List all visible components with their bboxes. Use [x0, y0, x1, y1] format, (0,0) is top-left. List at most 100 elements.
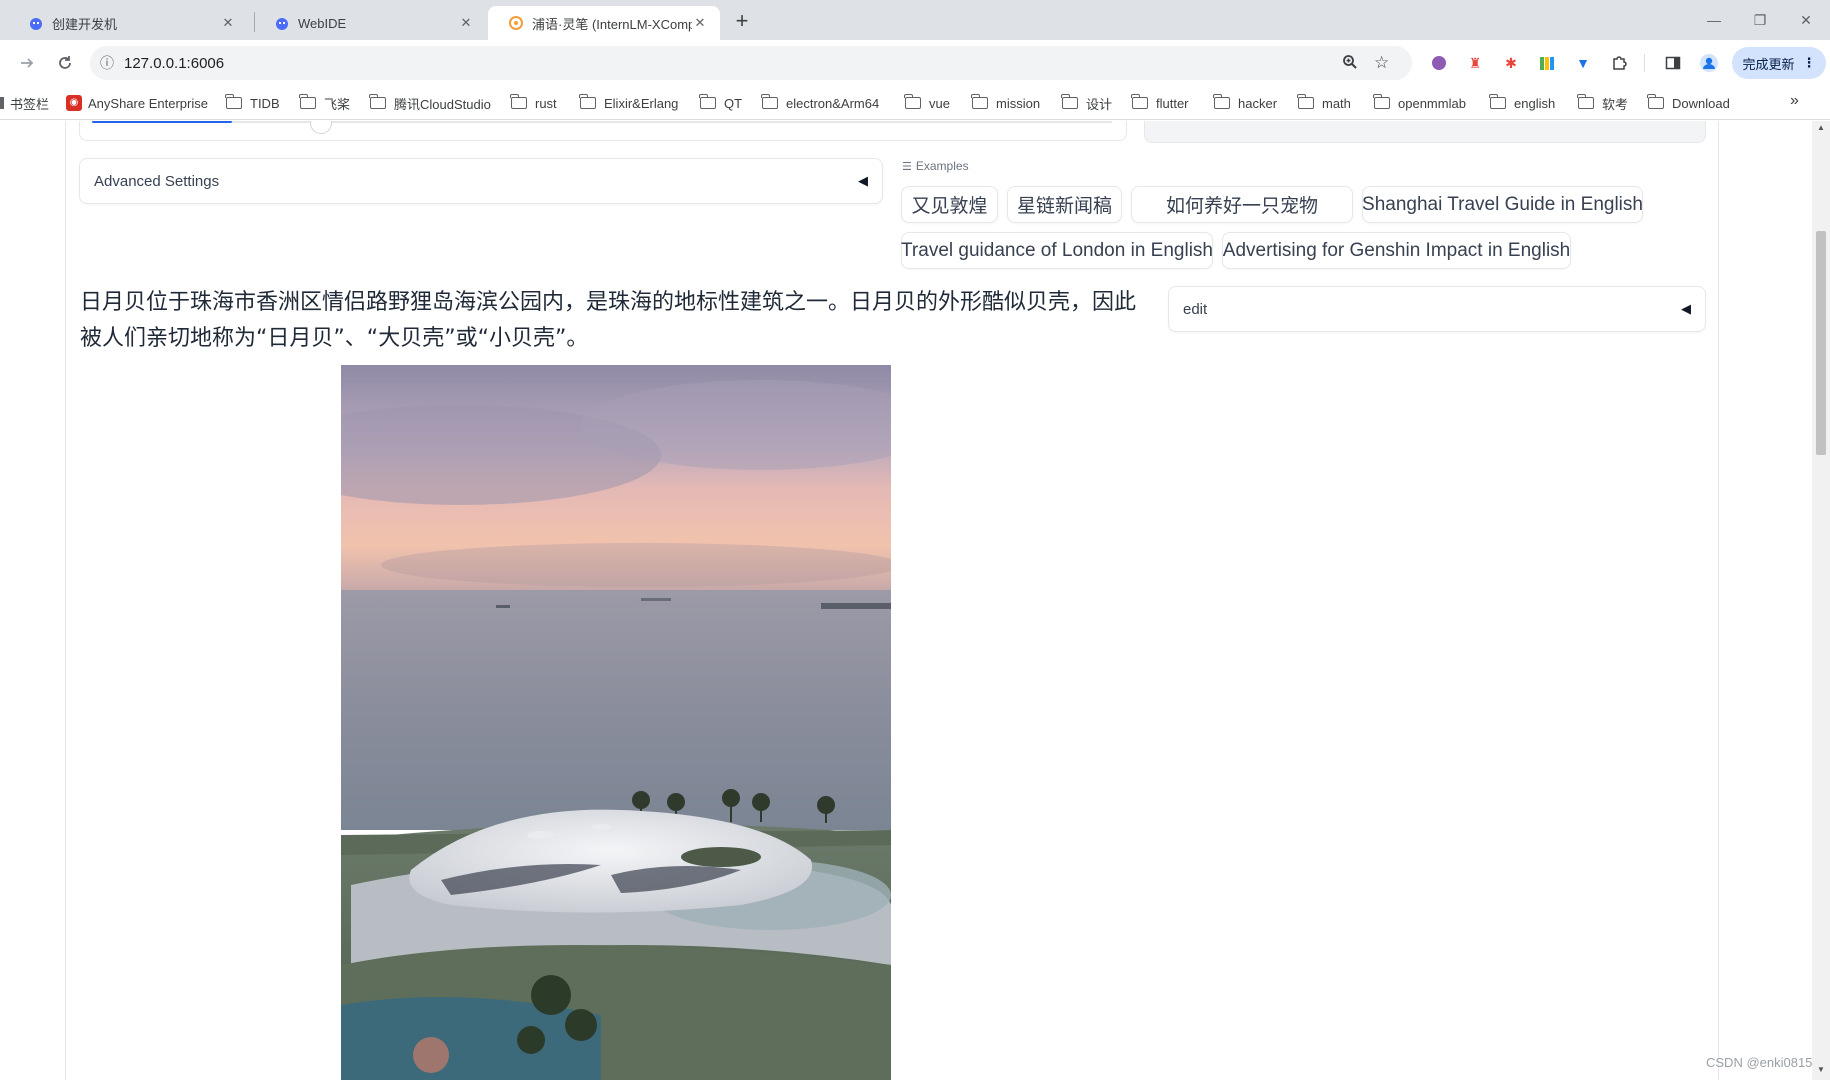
folder-icon	[761, 94, 778, 109]
advanced-settings-label: Advanced Settings	[94, 172, 220, 190]
bookmark-star-icon[interactable]: ☆	[1374, 53, 1389, 73]
bookmark-item-hacker[interactable]: hacker	[1213, 93, 1277, 113]
example-button[interactable]: 又见敦煌	[901, 186, 998, 223]
bookmark-item-sheji[interactable]: 设计	[1061, 93, 1113, 113]
side-panel-icon[interactable]	[1662, 52, 1684, 74]
bookmark-item-english[interactable]: english	[1489, 93, 1555, 113]
browser-toolbar: ⓘ 127.0.0.1:6006 ☆ ♜ ✱ ▼ 完成更新 ⋮	[0, 40, 1830, 86]
address-bar[interactable]: ⓘ 127.0.0.1:6006 ☆	[90, 46, 1412, 80]
tab-close-icon[interactable]: ✕	[692, 15, 708, 31]
example-button[interactable]: 星链新闻稿	[1007, 186, 1122, 223]
scroll-thumb[interactable]	[1816, 231, 1826, 455]
scroll-up-icon[interactable]: ▲	[1817, 123, 1825, 132]
generated-article-text: 日月贝位于珠海市香洲区情侣路野狸岛海滨公园内，是珠海的地标性建筑之一。日月贝的外…	[80, 290, 1137, 351]
bookmark-item-qt[interactable]: QT	[699, 93, 743, 113]
examples-label: Examples	[915, 159, 969, 173]
tab-title: WebIDE	[298, 15, 347, 31]
example-button[interactable]: Travel guidance of London in English	[901, 232, 1213, 269]
extension-vue-icon[interactable]: ▼	[1572, 52, 1594, 74]
example-button[interactable]: Advertising for Genshin Impact in Englis…	[1222, 232, 1571, 269]
bookmark-label: 腾讯CloudStudio	[394, 96, 491, 112]
site-info-icon[interactable]: ⓘ	[90, 53, 124, 73]
update-button[interactable]: 完成更新 ⋮	[1732, 47, 1826, 79]
robot-favicon-icon	[30, 18, 42, 30]
menu-dots-icon: ⋮	[1802, 55, 1816, 70]
bookmark-item-openmmlab[interactable]: openmmlab	[1373, 93, 1466, 113]
tab-create-devmachine[interactable]: 创建开发机 ✕	[8, 6, 248, 40]
bookmark-item-ruankao[interactable]: 软考	[1577, 93, 1628, 113]
slider-thumb[interactable]	[310, 121, 332, 134]
folder-icon	[369, 94, 386, 109]
bookmark-item-cloudstudio[interactable]: 腾讯CloudStudio	[369, 93, 491, 113]
bookmark-item-math[interactable]: math	[1297, 93, 1351, 113]
bookmark-item-shuqianlan[interactable]: 书签栏	[0, 93, 49, 113]
bookmark-item-rust[interactable]: rust	[510, 93, 557, 113]
folder-icon	[971, 94, 988, 109]
folder-icon	[579, 94, 596, 109]
url-text[interactable]: 127.0.0.1:6006	[124, 55, 224, 72]
tab-title: 浦语·灵笔 (InternLM-XCompo	[532, 16, 692, 32]
advanced-settings-accordion[interactable]: Advanced Settings ◀	[79, 158, 883, 204]
list-icon: ☰	[902, 160, 912, 173]
submit-area	[1144, 121, 1706, 143]
bookmark-label: math	[1322, 95, 1351, 111]
reload-icon[interactable]	[50, 48, 80, 78]
profile-avatar-icon[interactable]	[1698, 52, 1720, 74]
extension-red-icon[interactable]: ♜	[1464, 52, 1486, 74]
robot-favicon-icon	[276, 18, 288, 30]
bookmark-label: TIDB	[250, 95, 280, 111]
example-button[interactable]: Shanghai Travel Guide in English	[1362, 186, 1643, 223]
bookmarks-bar: 书签栏 ◉ AnyShare Enterprise TIDB 飞桨 腾讯Clou…	[0, 86, 1830, 120]
folder-icon	[1489, 94, 1506, 109]
extensions-puzzle-icon[interactable]	[1608, 52, 1630, 74]
container-border	[1718, 121, 1719, 1080]
tab-close-icon[interactable]: ✕	[458, 15, 474, 31]
bookmark-item-electron[interactable]: electron&Arm64	[761, 93, 880, 113]
page-scrollbar[interactable]: ▲ ▼	[1812, 121, 1830, 1080]
slider-fill	[92, 121, 232, 123]
bookmark-item-mission[interactable]: mission	[971, 93, 1040, 113]
restore-icon[interactable]: ❐	[1737, 0, 1783, 40]
slider-panel	[79, 121, 1127, 141]
examples-header: ☰ Examples	[902, 159, 969, 173]
bookmark-item-download[interactable]: Download	[1647, 93, 1730, 113]
bookmark-label: vue	[929, 95, 950, 111]
forward-icon[interactable]	[12, 48, 42, 78]
bookmark-item-feijiang[interactable]: 飞桨	[299, 93, 351, 113]
bookmark-label: 飞桨	[324, 96, 351, 112]
bookmark-item-elixir[interactable]: Elixir&Erlang	[579, 93, 679, 113]
folder-icon	[299, 94, 316, 109]
edit-accordion[interactable]: edit ◀	[1168, 286, 1706, 332]
bookmark-item-anyshare[interactable]: ◉ AnyShare Enterprise	[66, 93, 208, 113]
extension-colorful-icon[interactable]: ✱	[1500, 52, 1522, 74]
bookmark-label: electron&Arm64	[786, 95, 880, 111]
bookmark-item-flutter[interactable]: flutter	[1131, 93, 1189, 113]
edit-label: edit	[1183, 300, 1208, 318]
folder-icon	[1577, 94, 1594, 109]
toolbar-divider	[1644, 54, 1645, 72]
zoom-icon[interactable]	[1342, 54, 1358, 75]
folder-icon	[1373, 94, 1390, 109]
tab-webide[interactable]: WebIDE ✕	[254, 6, 486, 40]
close-window-icon[interactable]: ✕	[1783, 0, 1829, 40]
app-favicon-icon	[509, 16, 523, 30]
slider-track[interactable]	[232, 121, 1112, 123]
tab-internlm-xcomposer[interactable]: 浦语·灵笔 (InternLM-XCompo ✕	[488, 6, 720, 40]
bookmark-label: Elixir&Erlang	[604, 95, 679, 111]
folder-icon	[1061, 94, 1078, 109]
minimize-icon[interactable]: —	[1691, 0, 1737, 40]
scroll-down-icon[interactable]: ▼	[1817, 1065, 1825, 1074]
bookmark-item-vue[interactable]: vue	[904, 93, 950, 113]
bookmark-label: QT	[724, 95, 743, 111]
bookmark-item-tidb[interactable]: TIDB	[225, 93, 280, 113]
folder-icon	[699, 94, 716, 109]
tab-close-icon[interactable]: ✕	[220, 15, 236, 31]
bookmark-label: 设计	[1086, 96, 1113, 112]
example-button[interactable]: 如何养好一只宠物	[1131, 186, 1353, 223]
anyshare-icon: ◉	[66, 95, 82, 111]
extension-books-icon[interactable]	[1536, 52, 1558, 74]
extension-purple-icon[interactable]	[1428, 52, 1450, 74]
bookmarks-overflow-icon[interactable]: »	[1790, 92, 1799, 110]
new-tab-button[interactable]: +	[728, 8, 756, 36]
update-button-label: 完成更新	[1742, 56, 1795, 72]
